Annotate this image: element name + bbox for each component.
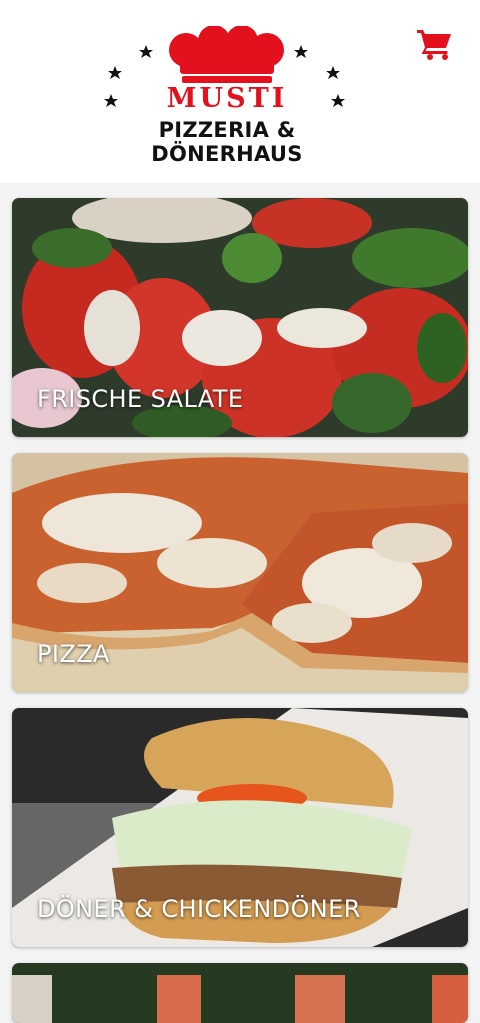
category-card-pizza[interactable]: PIZZA (12, 453, 468, 692)
category-label: PIZZA (37, 640, 110, 668)
cart-button[interactable] (416, 26, 454, 62)
category-label: DÖNER & CHICKENDÖNER (37, 895, 361, 923)
shopping-cart-icon (417, 30, 451, 60)
app-header: MUSTI PIZZERIA & DÖNERHAUS (0, 0, 480, 183)
brand-subtitle: PIZZERIA & DÖNERHAUS (151, 118, 303, 166)
svg-text:MUSTI: MUSTI (167, 83, 288, 114)
category-card-doner[interactable]: DÖNER & CHICKENDÖNER (12, 708, 468, 947)
category-card-salads[interactable]: FRISCHE SALATE (12, 198, 468, 437)
category-card-drinks[interactable] (12, 963, 468, 1023)
brand-logo[interactable]: MUSTI PIZZERIA & DÖNERHAUS (82, 25, 372, 166)
category-list: FRISCHE SALATE PIZZA DÖNER & CHICKENDÖNE… (0, 183, 480, 1023)
drinks-photo (12, 963, 468, 1023)
category-label: FRISCHE SALATE (37, 385, 244, 413)
chef-hat-logo-graphic: MUSTI (104, 25, 345, 114)
